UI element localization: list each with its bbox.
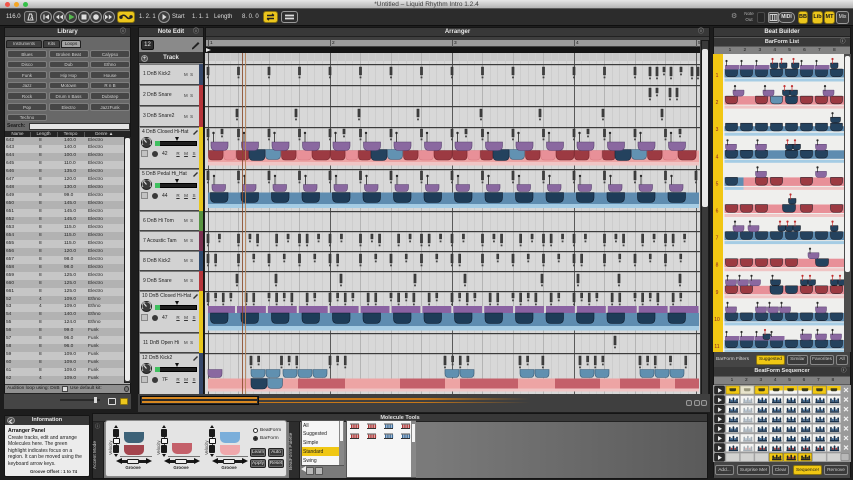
svg-text:11: 11	[714, 344, 719, 350]
svg-text:6: 6	[716, 209, 719, 215]
svg-text:8: 8	[716, 263, 719, 269]
svg-text:5: 5	[716, 181, 719, 187]
svg-text:9: 9	[716, 290, 719, 296]
svg-text:2: 2	[716, 100, 719, 106]
svg-text:10: 10	[714, 317, 720, 323]
svg-text:1: 1	[716, 73, 719, 79]
svg-text:3: 3	[716, 127, 719, 133]
svg-text:4: 4	[716, 154, 719, 160]
svg-text:7: 7	[716, 236, 719, 242]
